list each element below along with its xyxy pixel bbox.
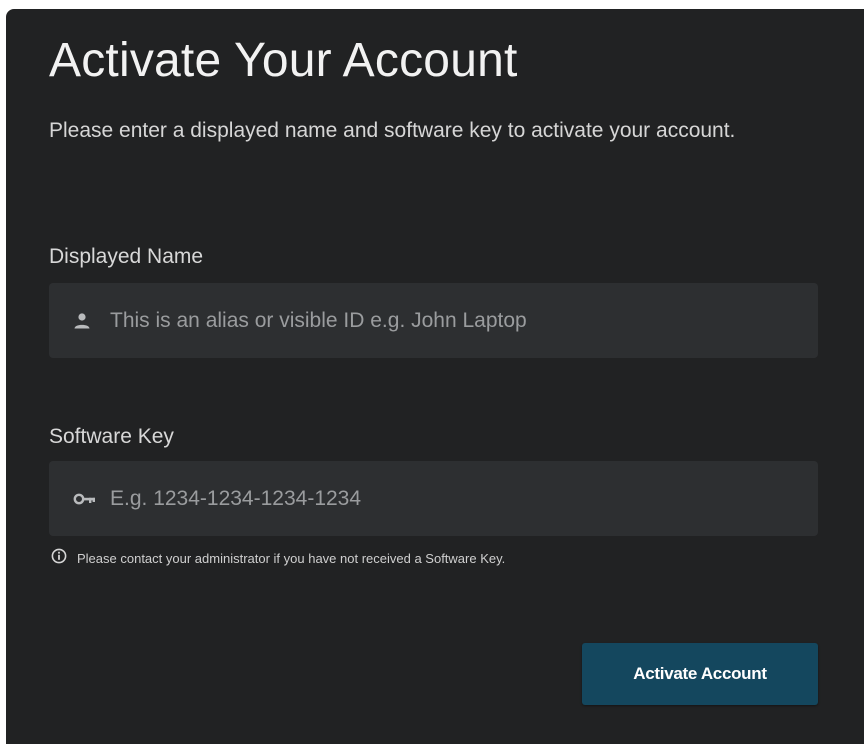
info-icon: [51, 548, 67, 569]
hint-text: Please contact your administrator if you…: [77, 551, 506, 566]
displayed-name-input[interactable]: [110, 283, 800, 358]
displayed-name-label: Displayed Name: [49, 245, 204, 268]
software-key-label: Software Key: [49, 425, 174, 448]
software-key-hint: Please contact your administrator if you…: [51, 548, 505, 569]
person-icon: [73, 283, 99, 358]
activation-panel: Activate Your Account Please enter a dis…: [6, 9, 864, 744]
displayed-name-field[interactable]: [49, 283, 818, 358]
software-key-field[interactable]: [49, 461, 818, 536]
page-description: Please enter a displayed name and softwa…: [49, 119, 736, 142]
activate-account-button[interactable]: Activate Account: [582, 643, 818, 705]
software-key-input[interactable]: [110, 461, 800, 536]
page-title: Activate Your Account: [49, 34, 518, 87]
key-icon: [73, 461, 99, 536]
